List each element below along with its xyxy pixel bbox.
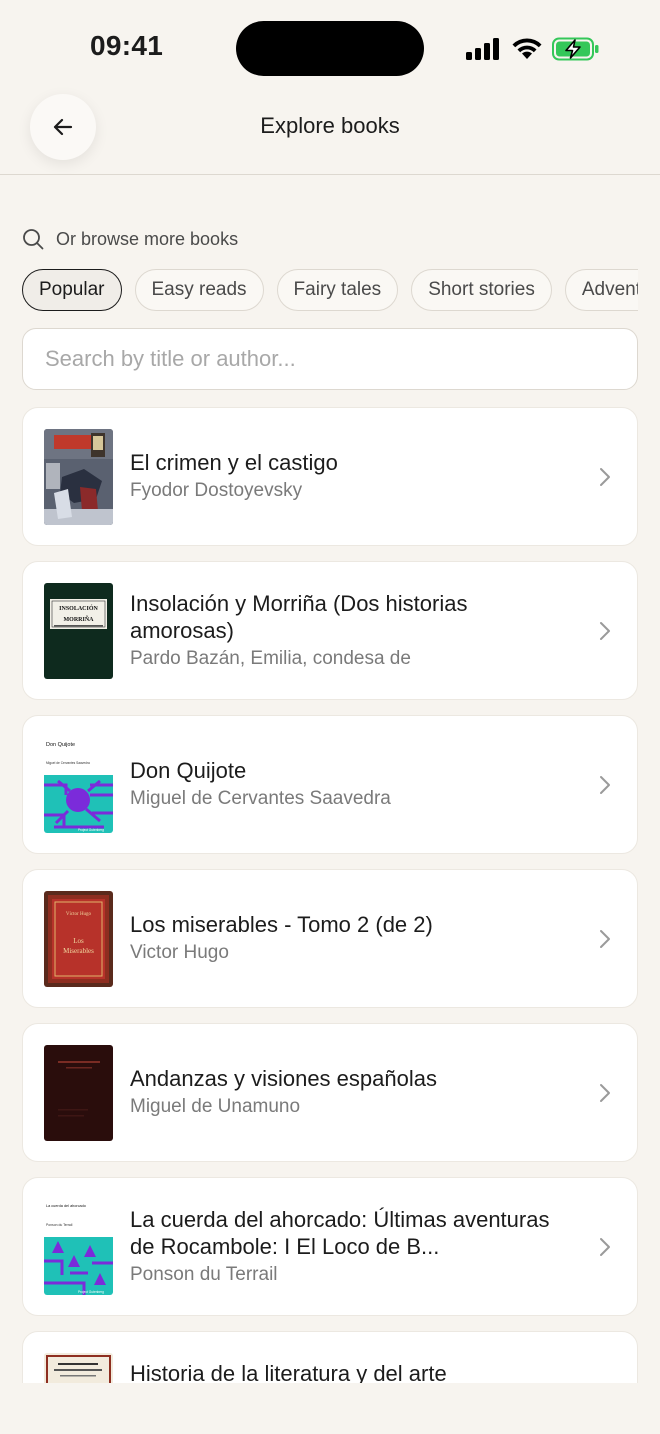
status-time: 09:41 <box>90 30 164 61</box>
chevron-right-icon <box>600 776 610 794</box>
book-cover <box>44 1353 113 1383</box>
dynamic-island <box>236 21 424 76</box>
browse-label: Or browse more books <box>56 228 239 249</box>
book-author: Ponson du Terrail <box>130 1263 278 1285</box>
chip-adventure[interactable]: Adventure <box>564 269 638 311</box>
header: Explore books <box>0 90 660 175</box>
book-card-don-quijote[interactable]: Don Quijote Miguel de Cervantes Saavedra… <box>22 715 638 854</box>
chevron-right-icon <box>600 622 610 640</box>
book-card-andanzas[interactable]: Andanzas y visiones españolas Miguel de … <box>22 1023 638 1162</box>
book-author: Miguel de Unamuno <box>130 1096 301 1117</box>
chevron-right-icon <box>600 1238 610 1256</box>
book-card-los-miserables[interactable]: Víctor Hugo Los Miserables Los miserable… <box>22 869 638 1008</box>
book-title: Don Quijote <box>130 758 247 783</box>
book-title: Andanzas y visiones españolas <box>130 1066 437 1091</box>
cover-line-1: INSOLACIÓN <box>59 604 98 612</box>
book-cover <box>44 429 113 525</box>
cover-author: Miguel de Cervantes Saavedra <box>46 761 90 765</box>
status-icons <box>466 32 600 66</box>
cover-title: Don Quijote <box>46 742 75 748</box>
browse-section-label: Or browse more books <box>22 228 238 250</box>
chevron-right-icon <box>600 1084 610 1102</box>
cover-author: Ponson du Terrail <box>46 1223 73 1227</box>
chip-fairy-tales[interactable]: Fairy tales <box>276 269 399 311</box>
cellular-signal-icon <box>466 38 499 60</box>
chip-short-stories[interactable]: Short stories <box>411 269 552 311</box>
book-card-insolacion[interactable]: INSOLACIÓN MORRIÑA Insolación y Morriña … <box>22 561 638 700</box>
book-author: Miguel de Cervantes Saavedra <box>130 788 391 809</box>
search-input[interactable] <box>23 329 637 389</box>
chip-popular[interactable]: Popular <box>22 269 122 311</box>
book-title: Los miserables - Tomo 2 (de 2) <box>130 912 433 937</box>
page-title: Explore books <box>260 113 400 138</box>
search-field[interactable] <box>22 328 638 390</box>
cover-line-2: MORRIÑA <box>64 615 95 623</box>
cover-title: La cuerda del ahorcado <box>46 1204 86 1208</box>
book-cover: INSOLACIÓN MORRIÑA <box>44 583 113 679</box>
cover-footer: Project Gutenberg <box>78 1290 104 1294</box>
book-card-el-crimen[interactable]: El crimen y el castigo Fyodor Dostoyevsk… <box>22 407 638 546</box>
book-cover: Don Quijote Miguel de Cervantes Saavedra… <box>44 737 113 833</box>
book-author: Fyodor Dostoyevsky <box>130 480 303 501</box>
book-title: Historia de la literatura y del arte <box>130 1361 447 1383</box>
book-cover: Víctor Hugo Los Miserables <box>44 891 113 987</box>
book-cover <box>44 1045 113 1141</box>
book-author: Pardo Bazán, Emilia, condesa de <box>130 647 411 669</box>
cover-line-2: Miserables <box>63 947 94 955</box>
cover-footer: Project Gutenberg <box>78 828 104 832</box>
book-title: El crimen y el castigo <box>130 450 338 475</box>
book-title: La cuerda del ahorcado: Últimas aventura… <box>130 1206 550 1259</box>
book-cover: La cuerda del ahorcado Ponson du Terrail… <box>44 1199 113 1295</box>
chevron-right-icon <box>600 468 610 486</box>
book-author: Victor Hugo <box>130 942 229 963</box>
chevron-right-icon <box>600 930 610 948</box>
wifi-icon <box>512 38 542 59</box>
cover-line-1: Los <box>73 937 84 945</box>
book-list: El crimen y el castigo Fyodor Dostoyevsk… <box>22 407 638 1383</box>
book-card-la-cuerda[interactable]: La cuerda del ahorcado Ponson du Terrail… <box>22 1177 638 1316</box>
status-bar: 09:41 <box>0 0 660 90</box>
battery-charging-icon <box>552 37 599 61</box>
chip-easy-reads[interactable]: Easy reads <box>134 269 264 311</box>
book-title: Insolación y Morriña (Dos historias amor… <box>130 590 468 643</box>
category-chips: Popular Easy reads Fairy tales Short sto… <box>22 269 638 311</box>
search-icon <box>23 229 44 250</box>
book-card-historia[interactable]: Historia de la literatura y del arte <box>22 1331 638 1383</box>
cover-author: Víctor Hugo <box>66 912 92 917</box>
